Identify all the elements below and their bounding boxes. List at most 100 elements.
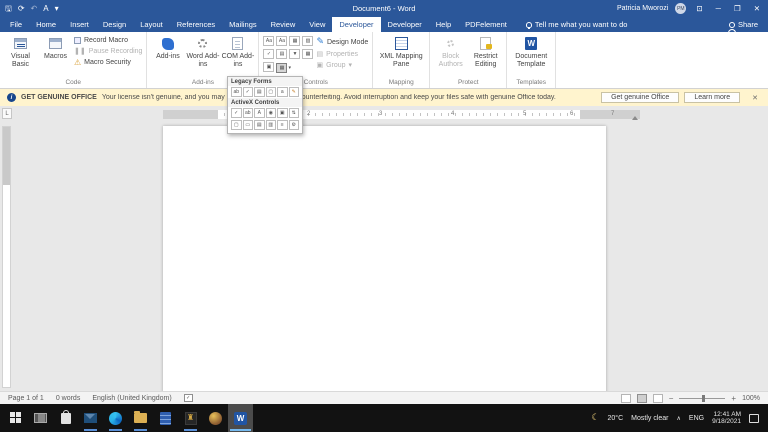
tab-developer-2[interactable]: Developer: [381, 17, 429, 32]
checkbox-content-control[interactable]: ✓: [263, 49, 275, 59]
save-icon[interactable]: 🖫: [5, 4, 12, 13]
banner-close-icon[interactable]: ✕: [749, 94, 761, 102]
page-indicator[interactable]: Page 1 of 1: [8, 395, 44, 402]
activex-scrollbar-icon[interactable]: ≡: [277, 120, 288, 130]
word-addins-button[interactable]: Word Add-ins: [186, 34, 219, 68]
ribbon-display-options-icon[interactable]: ⊡: [693, 5, 705, 13]
tab-view[interactable]: View: [302, 17, 332, 32]
reset-form-fields-icon[interactable]: ✎: [288, 87, 299, 97]
tab-file[interactable]: File: [3, 17, 29, 32]
restrict-editing-button[interactable]: Restrict Editing: [469, 34, 502, 68]
app-button-dark[interactable]: ♜: [178, 404, 203, 432]
group-button[interactable]: ▣ Group ▾: [316, 61, 368, 70]
zoom-out-button[interactable]: −: [669, 394, 674, 403]
checkbox-form-field-icon[interactable]: ✓: [242, 87, 253, 97]
web-layout-icon[interactable]: [652, 393, 663, 403]
activex-more-controls-icon[interactable]: ⚙: [288, 120, 299, 130]
hidden-icons-chevron-icon[interactable]: ∧: [677, 415, 681, 422]
tab-references[interactable]: References: [170, 17, 222, 32]
word-count[interactable]: 0 words: [56, 395, 81, 402]
microsoft-store-button[interactable]: [53, 404, 78, 432]
xml-mapping-pane-button[interactable]: XML Mapping Pane: [378, 34, 424, 68]
right-indent-marker[interactable]: [632, 116, 638, 120]
share-button[interactable]: Share: [727, 17, 768, 33]
document-template-button[interactable]: W Document Template: [511, 34, 551, 68]
record-macro-button[interactable]: Record Macro: [74, 37, 142, 44]
zoom-slider[interactable]: [679, 394, 726, 402]
temperature[interactable]: 20°C: [608, 415, 624, 422]
activex-spin-button-icon[interactable]: ⇅: [288, 108, 299, 118]
rich-text-content-control[interactable]: Aa: [263, 36, 275, 46]
learn-more-button[interactable]: Learn more: [684, 92, 741, 103]
date-picker-content-control[interactable]: ▦: [302, 49, 314, 59]
undo-icon[interactable]: ↶: [31, 4, 38, 13]
activex-frame-icon[interactable]: ▢: [231, 120, 242, 130]
tab-mailings[interactable]: Mailings: [222, 17, 264, 32]
tab-home[interactable]: Home: [29, 17, 63, 32]
minimize-button[interactable]: ─: [713, 5, 724, 13]
activex-checkbox-icon[interactable]: ✓: [231, 108, 242, 118]
start-button[interactable]: [3, 404, 28, 432]
text-form-field-icon[interactable]: ab: [231, 87, 242, 97]
user-name[interactable]: Patricia Mworozi: [617, 5, 668, 12]
close-button[interactable]: ✕: [751, 5, 763, 13]
activex-image-icon[interactable]: ▣: [277, 108, 288, 118]
avatar[interactable]: PM: [675, 3, 687, 14]
word-taskbar-button[interactable]: W: [228, 404, 253, 432]
insert-frame-icon[interactable]: ▢: [265, 87, 276, 97]
tab-selector[interactable]: L: [2, 108, 12, 119]
tab-insert[interactable]: Insert: [63, 17, 96, 32]
language-indicator[interactable]: English (United Kingdom): [92, 395, 171, 402]
tab-design[interactable]: Design: [96, 17, 133, 32]
activex-list-box-icon[interactable]: ▥: [265, 120, 276, 130]
vertical-ruler[interactable]: [2, 126, 11, 388]
activex-textbox-icon[interactable]: ab: [242, 108, 253, 118]
dropdown-list-content-control[interactable]: ▼: [289, 49, 301, 59]
clock[interactable]: 12:41 AM 9/18/2021: [712, 411, 741, 426]
zoom-slider-thumb[interactable]: [702, 394, 706, 402]
zoom-level[interactable]: 100%: [742, 395, 760, 402]
macro-security-button[interactable]: ⚠ Macro Security: [74, 58, 142, 67]
proofing-status-icon[interactable]: ✓: [183, 394, 193, 402]
read-mode-icon[interactable]: [620, 393, 631, 403]
customize-qat-icon[interactable]: ▾: [55, 4, 59, 13]
mail-button[interactable]: [78, 404, 103, 432]
redo-icon[interactable]: ⟳: [18, 4, 25, 13]
tab-pdfelement[interactable]: PDFelement: [458, 17, 514, 32]
pause-recording-button[interactable]: ❚❚ Pause Recording: [74, 47, 142, 56]
repeating-section-control[interactable]: ▣: [263, 62, 275, 72]
addins-button[interactable]: Add-ins: [151, 34, 184, 61]
language-abbr[interactable]: ENG: [689, 415, 704, 422]
visual-basic-button[interactable]: Visual Basic: [4, 34, 37, 68]
tab-help[interactable]: Help: [429, 17, 458, 32]
activex-option-button-icon[interactable]: ◉: [265, 108, 276, 118]
tab-developer-active[interactable]: Developer: [332, 17, 381, 32]
tell-me-box[interactable]: Tell me what you want to do: [525, 17, 627, 32]
activex-label-icon[interactable]: A: [254, 108, 265, 118]
picture-content-control[interactable]: ▦: [289, 36, 301, 46]
tab-review[interactable]: Review: [264, 17, 303, 32]
dropdown-form-field-icon[interactable]: ▤: [254, 87, 265, 97]
edge-button[interactable]: [103, 404, 128, 432]
document-page[interactable]: [163, 126, 606, 391]
file-explorer-button[interactable]: [128, 404, 153, 432]
com-addins-button[interactable]: COM Add-ins: [221, 34, 254, 68]
activex-command-button-icon[interactable]: ▭: [242, 120, 253, 130]
restore-button[interactable]: ❐: [731, 5, 744, 13]
task-view-button[interactable]: [28, 404, 53, 432]
design-mode-button[interactable]: ✎ Design Mode: [316, 37, 368, 47]
app-button-blue[interactable]: [153, 404, 178, 432]
combo-box-content-control[interactable]: ▤: [276, 49, 288, 59]
activex-combo-box-icon[interactable]: ▤: [254, 120, 265, 130]
legacy-tools-button[interactable]: ▦ ▾: [276, 62, 314, 74]
get-genuine-office-button[interactable]: Get genuine Office: [601, 92, 680, 103]
macros-button[interactable]: Macros: [39, 34, 72, 61]
form-field-shading-icon[interactable]: a: [277, 87, 288, 97]
properties-button[interactable]: ▤ Properties: [316, 50, 368, 59]
building-block-gallery-control[interactable]: ▨: [302, 36, 314, 46]
print-layout-icon[interactable]: [636, 393, 647, 403]
tab-layout[interactable]: Layout: [133, 17, 170, 32]
block-authors-button[interactable]: Block Authors: [434, 34, 467, 68]
zoom-in-button[interactable]: +: [731, 394, 736, 403]
plain-text-content-control[interactable]: Aa: [276, 36, 288, 46]
